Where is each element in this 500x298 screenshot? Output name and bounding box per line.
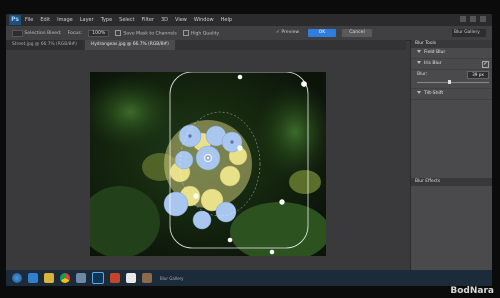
expand-icon[interactable] (417, 91, 421, 94)
panel-empty-area (411, 100, 492, 178)
blur-slider-thumb[interactable] (448, 80, 452, 84)
menu-bar: Ps File Edit Image Layer Type Select Fil… (6, 14, 492, 26)
tilt-shift-row[interactable]: Tilt-Shift (411, 89, 492, 100)
iris-blur-checkbox[interactable]: ✓ (482, 61, 489, 68)
save-mask-check-icon[interactable] (115, 29, 122, 36)
menu-view[interactable]: View (175, 17, 187, 23)
focus-label: Focus: (67, 30, 83, 36)
menu-edit[interactable]: Edit (40, 17, 50, 23)
photo-content (90, 72, 326, 256)
menu-help[interactable]: Help (221, 17, 232, 23)
maximize-icon[interactable] (470, 16, 476, 22)
document-tabs: Street.jpg @ 66.7% (RGB/8#) Hydrangeas.j… (6, 40, 406, 50)
canvas-area[interactable] (6, 50, 406, 286)
ok-button[interactable]: OK (308, 29, 336, 37)
field-blur-row[interactable]: Field Blur (411, 48, 492, 59)
cancel-button[interactable]: Cancel (342, 29, 372, 37)
menu-3d[interactable]: 3D (161, 17, 168, 23)
hydrangea-photo[interactable] (90, 72, 326, 256)
menu-select[interactable]: Select (119, 17, 134, 23)
blur-tools-panel: Blur Tools Field Blur Iris Blur ✓ Blur: 3… (410, 40, 492, 286)
ie-icon[interactable] (28, 273, 38, 283)
windows-taskbar: Blur Gallery (6, 270, 492, 286)
taskbar-preview-label: Blur Gallery (160, 275, 184, 281)
selection-bleed-field[interactable] (12, 29, 23, 37)
monitor-icon[interactable] (76, 273, 86, 283)
preview-checkbox[interactable]: ✓ Preview (276, 30, 299, 35)
blur-amount-control: Blur: 39 px (411, 70, 492, 89)
menu-file[interactable]: File (25, 17, 33, 23)
high-quality-label: High Quality (190, 31, 220, 37)
menu-type[interactable]: Type (101, 17, 112, 23)
photoshop-icon[interactable] (92, 272, 104, 284)
expand-icon[interactable] (417, 50, 421, 53)
bodnara-watermark: BodNara (450, 286, 494, 296)
save-mask-label: Save Mask to Channels (123, 31, 177, 37)
focus-field[interactable]: 100% (88, 29, 110, 37)
blur-effects-header: Blur Effects (411, 178, 492, 186)
tab-hydrangeas[interactable]: Hydrangeas.jpg @ 66.7% (RGB/8#) (84, 40, 175, 50)
blur-amount-label: Blur: (417, 72, 428, 77)
photoshop-logo[interactable]: Ps (9, 15, 21, 25)
window-controls (460, 16, 486, 22)
blur-tools-header: Blur Tools (411, 40, 492, 48)
menu-image[interactable]: Image (57, 17, 73, 23)
save-mask-checkbox[interactable]: Save Mask to Channels (115, 29, 177, 37)
hydrangea-flower (163, 120, 252, 230)
expand-icon[interactable] (417, 61, 421, 64)
blur-slider-track[interactable] (417, 82, 489, 83)
high-quality-checkbox[interactable]: High Quality (182, 29, 220, 37)
explorer-icon[interactable] (44, 273, 54, 283)
field-blur-label: Field Blur (424, 50, 446, 55)
tilt-shift-label: Tilt-Shift (424, 91, 444, 96)
menu-filter[interactable]: Filter (142, 17, 154, 23)
iris-blur-row[interactable]: Iris Blur ✓ (411, 59, 492, 70)
blur-amount-field[interactable]: 39 px (467, 71, 489, 79)
powerpoint-icon[interactable] (110, 273, 120, 283)
minimize-icon[interactable] (460, 16, 466, 22)
menu-window[interactable]: Window (194, 17, 214, 23)
tab-street[interactable]: Street.jpg @ 66.7% (RGB/8#) (6, 40, 83, 50)
tools-icon[interactable] (142, 273, 152, 283)
menu-layer[interactable]: Layer (80, 17, 94, 23)
projected-screen: Ps File Edit Image Layer Type Select Fil… (6, 14, 492, 286)
start-icon[interactable] (12, 273, 22, 283)
iris-blur-label: Iris Blur (424, 61, 442, 66)
preview-label: Preview (281, 30, 300, 35)
vlc-icon[interactable] (126, 273, 136, 283)
high-quality-check-icon[interactable] (182, 29, 189, 36)
close-icon[interactable] (480, 16, 486, 22)
selection-bleed-label: Selection Bleed: (12, 29, 62, 37)
options-bar: Selection Bleed: Focus: 100% Save Mask t… (6, 26, 492, 41)
chrome-icon[interactable] (60, 273, 70, 283)
workspace-select[interactable]: Blur Gallery (452, 29, 486, 37)
